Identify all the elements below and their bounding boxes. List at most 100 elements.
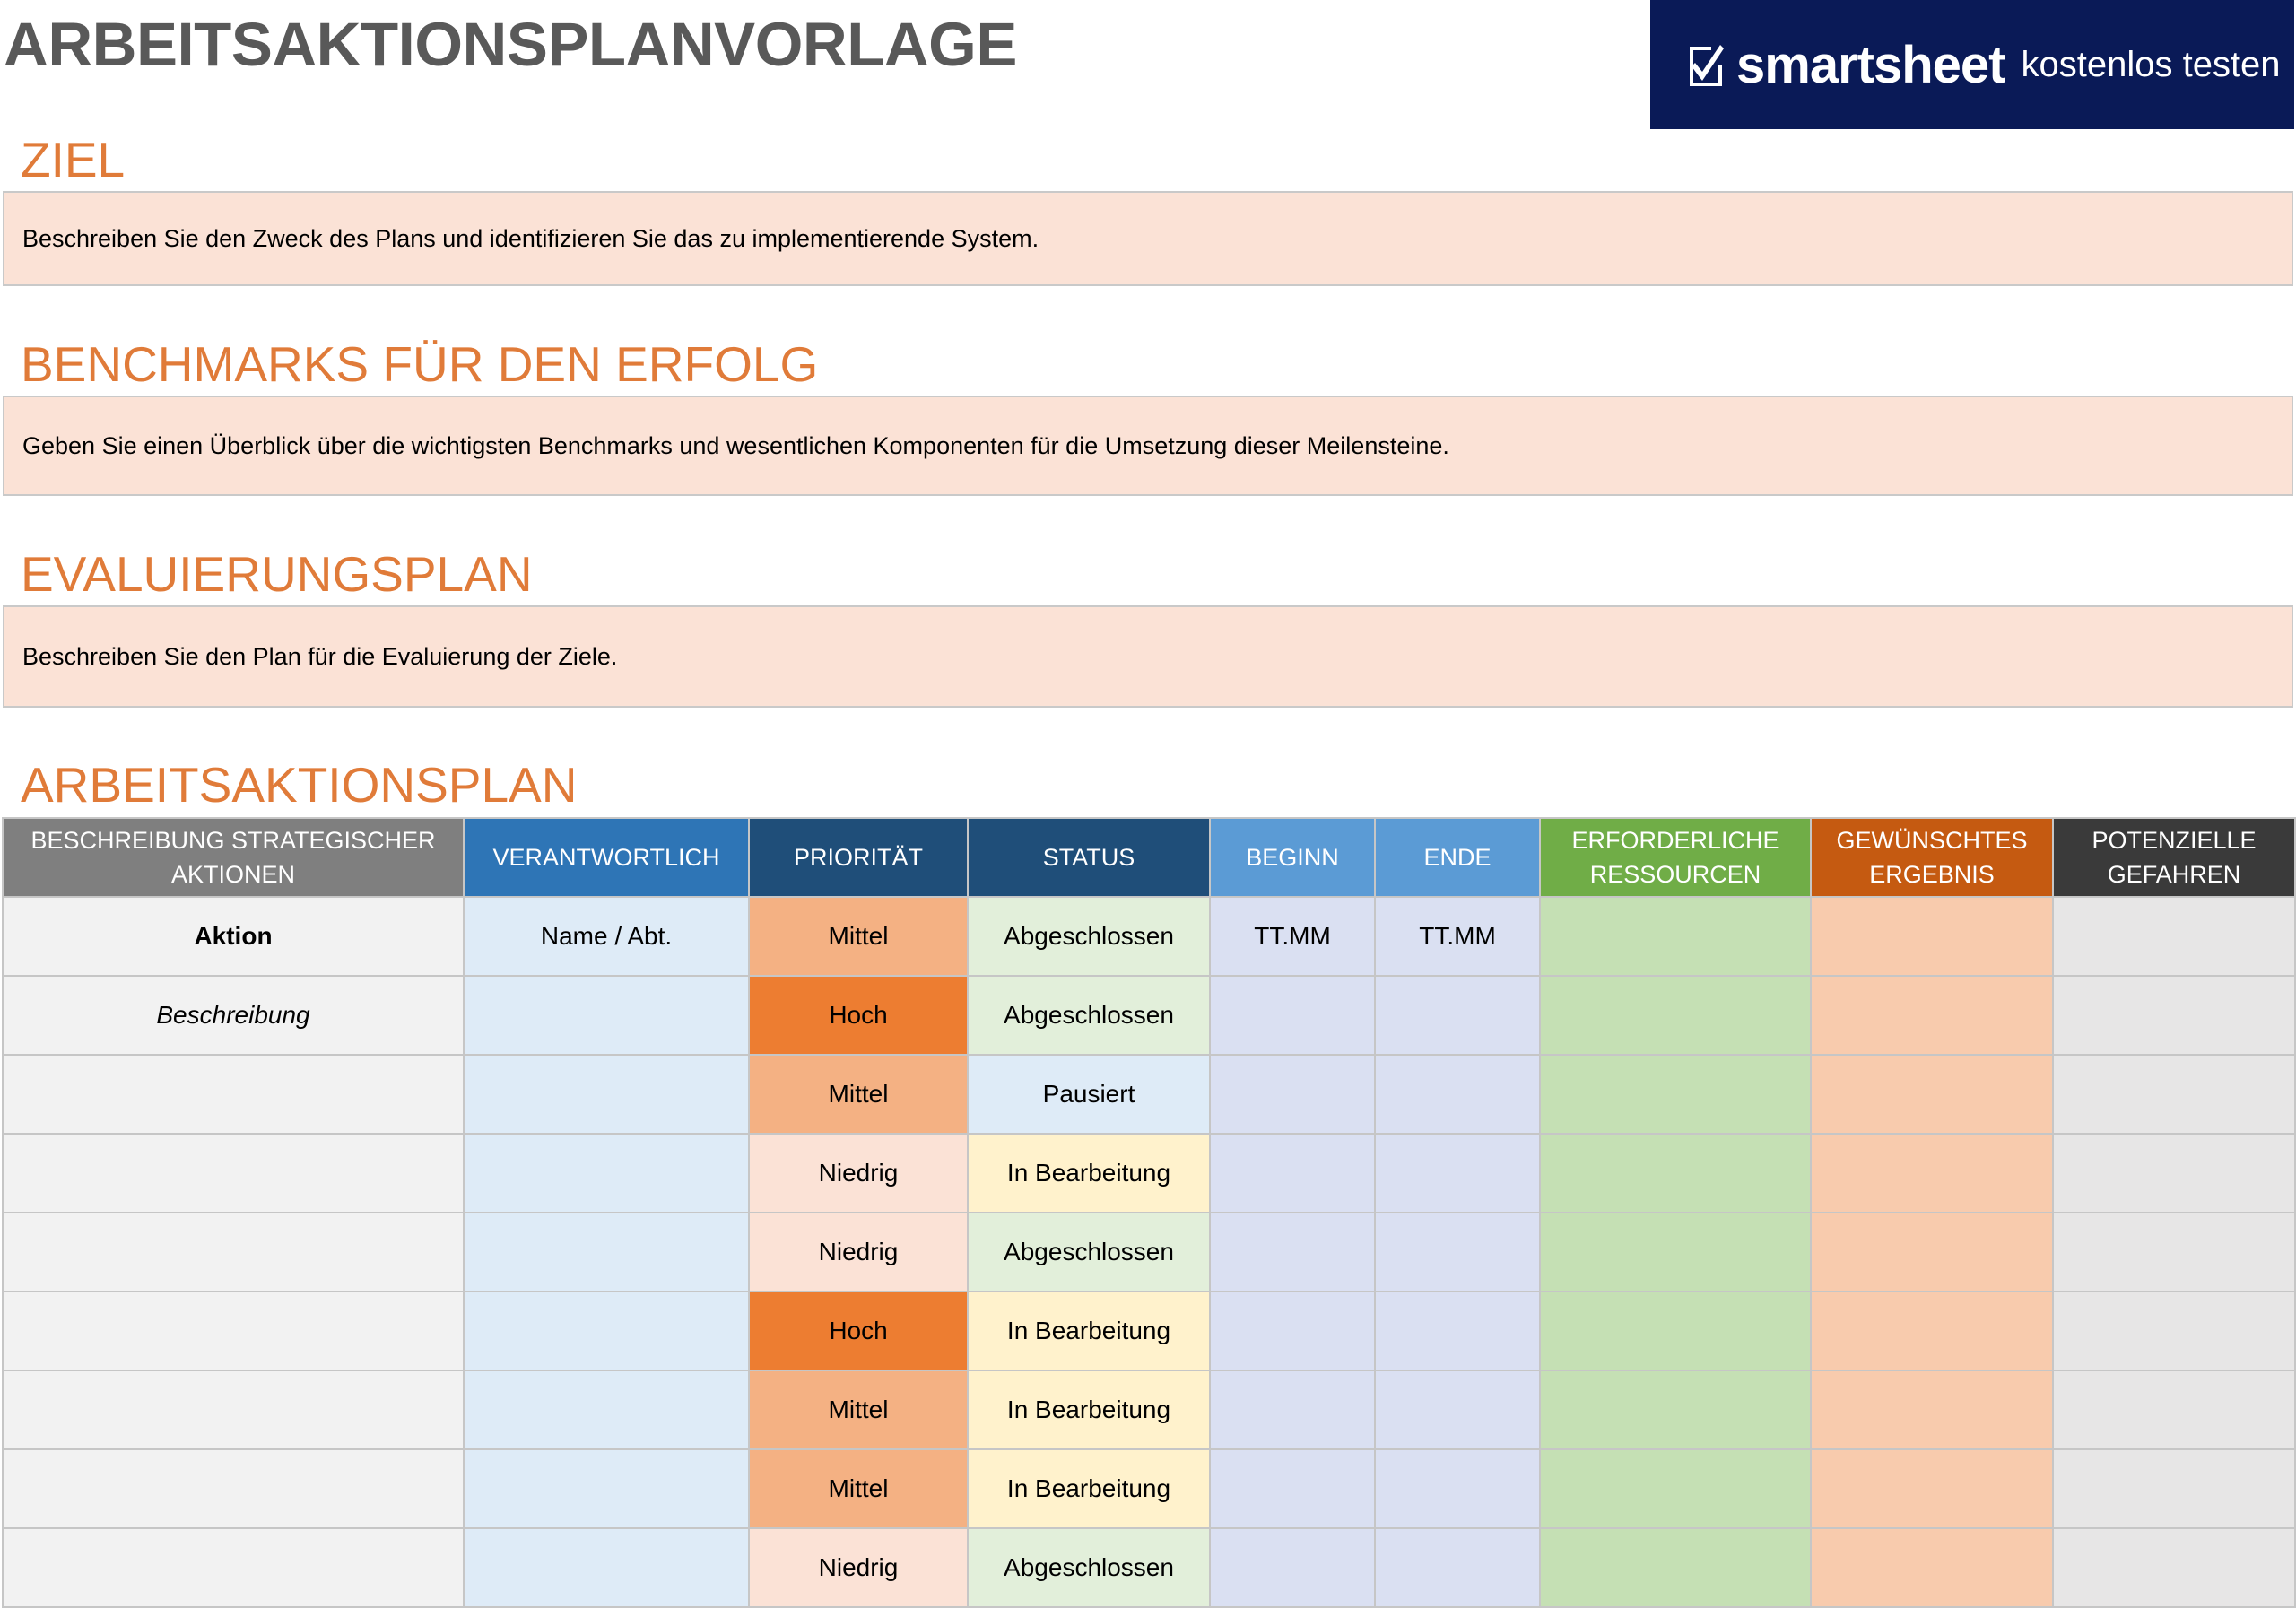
header-start[interactable]: BEGINN [1209,817,1376,898]
cell-priority[interactable]: Niedrig [748,1212,969,1292]
cell-resources[interactable] [1539,896,1812,977]
cell-outcome[interactable] [1810,975,2054,1056]
cell-responsible[interactable]: Name / Abt. [463,896,750,977]
cell-status[interactable]: Abgeschlossen [967,975,1211,1056]
header-responsible[interactable]: VERANTWORTLICH [463,817,750,898]
cell-risks[interactable] [2052,1291,2296,1371]
cell-start[interactable] [1209,1054,1376,1135]
cell-responsible[interactable] [463,1133,750,1213]
cell-outcome[interactable] [1810,1212,2054,1292]
evaluation-description[interactable]: Beschreiben Sie den Plan für die Evaluie… [3,605,2293,708]
cell-description[interactable]: Beschreibung [2,975,465,1056]
cell-resources[interactable] [1539,1133,1812,1213]
cell-priority[interactable]: Mittel [748,1448,969,1529]
header-description[interactable]: BESCHREIBUNG STRATEGISCHER AKTIONEN [2,817,465,898]
cell-outcome[interactable] [1810,1054,2054,1135]
cell-priority[interactable]: Niedrig [748,1133,969,1213]
cell-status[interactable]: Abgeschlossen [967,1527,1211,1608]
cell-description[interactable] [2,1370,465,1450]
cell-priority[interactable]: Mittel [748,1054,969,1135]
cell-end[interactable] [1374,1054,1541,1135]
cell-outcome[interactable] [1810,1527,2054,1608]
cell-risks[interactable] [2052,896,2296,977]
cell-responsible[interactable] [463,1527,750,1608]
table-row: Mittel Pausiert [2,1054,2296,1135]
cell-priority[interactable]: Hoch [748,975,969,1056]
cell-risks[interactable] [2052,975,2296,1056]
cell-end[interactable] [1374,975,1541,1056]
cell-responsible[interactable] [463,1448,750,1529]
cell-description[interactable] [2,1212,465,1292]
cell-resources[interactable] [1539,1054,1812,1135]
cell-priority[interactable]: Niedrig [748,1527,969,1608]
cell-start[interactable] [1209,1133,1376,1213]
cell-risks[interactable] [2052,1370,2296,1450]
cell-resources[interactable] [1539,1370,1812,1450]
smartsheet-banner[interactable]: smartsheet kostenlos testen [1650,0,2294,129]
header-priority[interactable]: PRIORITÄT [748,817,969,898]
cell-risks[interactable] [2052,1054,2296,1135]
cell-resources[interactable] [1539,1291,1812,1371]
cell-resources[interactable] [1539,1212,1812,1292]
cell-priority[interactable]: Hoch [748,1291,969,1371]
cell-responsible[interactable] [463,975,750,1056]
cell-resources[interactable] [1539,1527,1812,1608]
header-resources[interactable]: ERFORDERLICHE RESSOURCEN [1539,817,1812,898]
cell-end[interactable]: TT.MM [1374,896,1541,977]
cell-status[interactable]: Abgeschlossen [967,1212,1211,1292]
benchmarks-description[interactable]: Geben Sie einen Überblick über die wicht… [3,396,2293,496]
cell-end[interactable] [1374,1133,1541,1213]
header-risks[interactable]: POTENZIELLE GEFAHREN [2052,817,2296,898]
cell-start[interactable] [1209,975,1376,1056]
cell-end[interactable] [1374,1370,1541,1450]
table-row: Niedrig Abgeschlossen [2,1527,2296,1608]
cell-outcome[interactable] [1810,1291,2054,1371]
cell-outcome[interactable] [1810,1448,2054,1529]
cell-priority[interactable]: Mittel [748,1370,969,1450]
cell-start[interactable] [1209,1212,1376,1292]
cell-status[interactable]: Pausiert [967,1054,1211,1135]
cell-start[interactable] [1209,1527,1376,1608]
cell-responsible[interactable] [463,1054,750,1135]
cell-responsible[interactable] [463,1291,750,1371]
cell-status[interactable]: In Bearbeitung [967,1133,1211,1213]
cell-status[interactable]: In Bearbeitung [967,1370,1211,1450]
cell-status[interactable]: In Bearbeitung [967,1448,1211,1529]
cell-description[interactable] [2,1133,465,1213]
cell-resources[interactable] [1539,1448,1812,1529]
cell-outcome[interactable] [1810,1133,2054,1213]
cell-priority[interactable]: Mittel [748,896,969,977]
cell-end[interactable] [1374,1291,1541,1371]
cell-start[interactable] [1209,1291,1376,1371]
cell-end[interactable] [1374,1448,1541,1529]
cell-start[interactable] [1209,1448,1376,1529]
header-status[interactable]: STATUS [967,817,1211,898]
goal-description[interactable]: Beschreiben Sie den Zweck des Plans und … [3,191,2293,286]
cell-outcome[interactable] [1810,1370,2054,1450]
cell-description[interactable] [2,1054,465,1135]
cell-risks[interactable] [2052,1133,2296,1213]
cell-start[interactable]: TT.MM [1209,896,1376,977]
checkmark-icon [1688,41,1726,88]
cell-end[interactable] [1374,1527,1541,1608]
cell-description[interactable]: Aktion [2,896,465,977]
cell-description[interactable] [2,1448,465,1529]
cell-responsible[interactable] [463,1212,750,1292]
cell-resources[interactable] [1539,975,1812,1056]
cell-end[interactable] [1374,1212,1541,1292]
table-row: Niedrig In Bearbeitung [2,1133,2296,1213]
cell-description[interactable] [2,1527,465,1608]
free-trial-link[interactable]: kostenlos testen [2021,45,2280,85]
cell-status[interactable]: In Bearbeitung [967,1291,1211,1371]
header-end[interactable]: ENDE [1374,817,1541,898]
cell-risks[interactable] [2052,1448,2296,1529]
cell-start[interactable] [1209,1370,1376,1450]
cell-responsible[interactable] [463,1370,750,1450]
table-row: Mittel In Bearbeitung [2,1448,2296,1529]
cell-risks[interactable] [2052,1527,2296,1608]
cell-outcome[interactable] [1810,896,2054,977]
cell-description[interactable] [2,1291,465,1371]
cell-risks[interactable] [2052,1212,2296,1292]
cell-status[interactable]: Abgeschlossen [967,896,1211,977]
header-outcome[interactable]: GEWÜNSCHTES ERGEBNIS [1810,817,2054,898]
